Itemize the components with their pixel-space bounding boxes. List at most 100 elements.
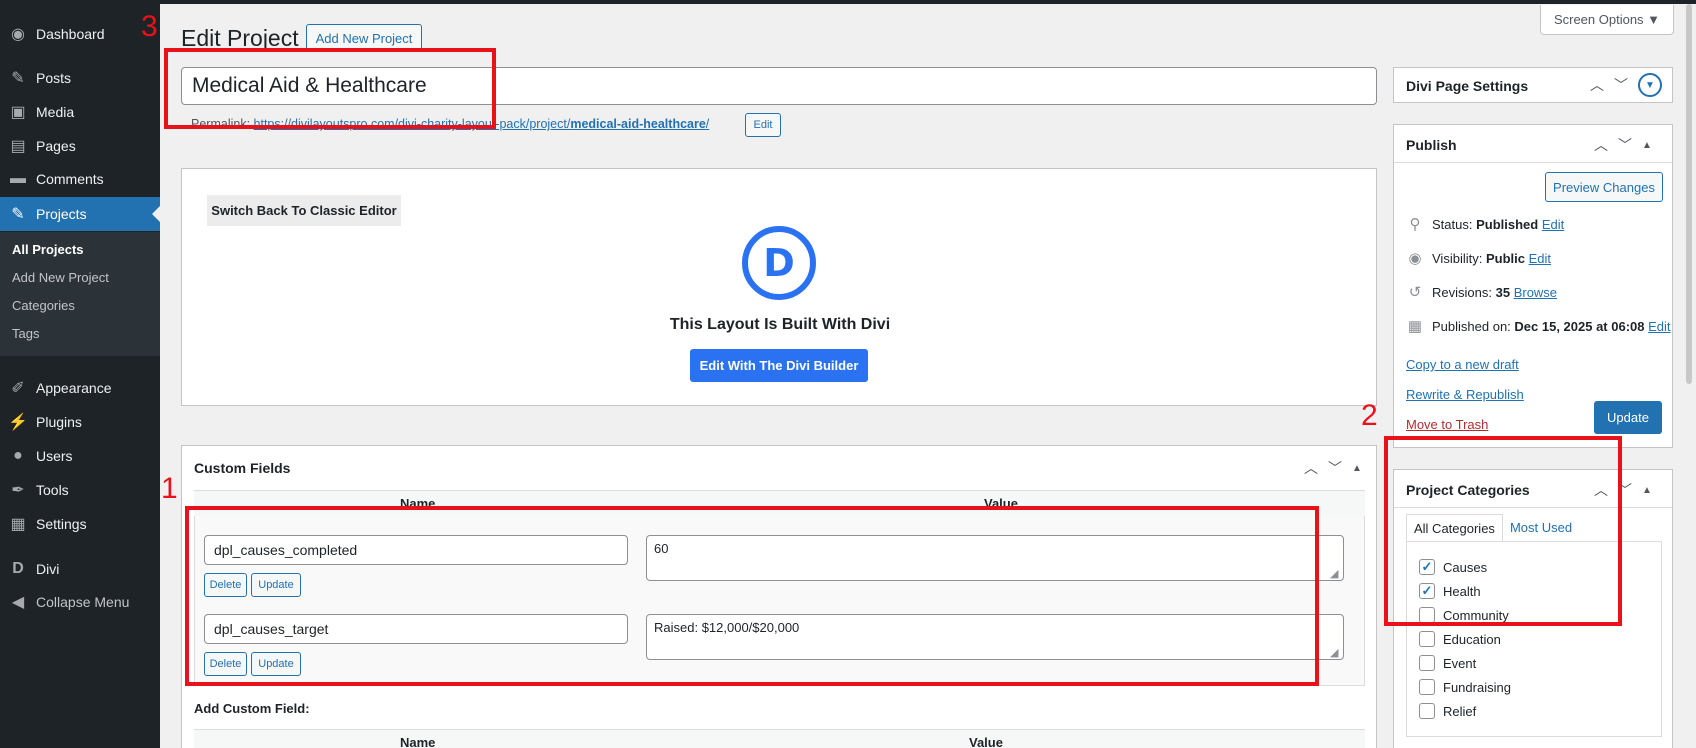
menu-label: Media [36, 104, 75, 120]
category-event[interactable]: Event [1419, 655, 1476, 671]
publish-box: Publish ︿ ﹀ ▲ Preview Changes ⚲ Status: … [1393, 124, 1673, 448]
menu-dashboard[interactable]: ◉ Dashboard [0, 17, 160, 51]
menu-tools[interactable]: ✒ Tools [0, 473, 160, 507]
category-education[interactable]: Education [1419, 631, 1501, 647]
toggle-panel-icon[interactable]: ▲ [1642, 485, 1652, 496]
toggle-circle-icon[interactable]: ▼ [1638, 73, 1662, 97]
projects-submenu: All Projects Add New Project Categories … [0, 232, 160, 356]
menu-label: Comments [36, 171, 104, 187]
pin-icon: ⚲ [1409, 216, 1421, 233]
date-edit-link[interactable]: Edit [1648, 319, 1670, 334]
menu-settings[interactable]: ▦ Settings [0, 507, 160, 541]
visibility-value: Public [1485, 250, 1525, 266]
category-label: Education [1443, 631, 1501, 647]
comments-icon: ▬ [10, 170, 26, 187]
status-value: Published [1476, 216, 1539, 232]
status-edit-link[interactable]: Edit [1542, 217, 1564, 232]
menu-label: Appearance [36, 380, 112, 396]
divi-settings-controls: ︿ ﹀ ▼ [1590, 73, 1662, 97]
pin-icon: ✎ [11, 206, 25, 223]
published-label: Published on: [1432, 318, 1511, 334]
permalink-slash: / [705, 117, 710, 131]
rewrite-republish-link[interactable]: Rewrite & Republish [1406, 387, 1524, 402]
pin-icon: ✎ [11, 70, 25, 87]
menu-media[interactable]: ▣ Media [0, 95, 160, 129]
resize-grip-icon[interactable]: ◢ [1330, 646, 1344, 660]
preview-changes-button[interactable]: Preview Changes [1545, 172, 1663, 202]
category-fundraising[interactable]: Fundraising [1419, 679, 1511, 695]
menu-label: Dashboard [36, 26, 105, 42]
annotation-number-2: 2 [1361, 399, 1378, 432]
add-field-header: Name Value [194, 729, 1365, 748]
brush-icon: ✐ [11, 380, 25, 397]
resize-grip-icon[interactable]: ◢ [1330, 567, 1344, 581]
add-custom-field-title: Add Custom Field: [194, 701, 310, 716]
plugin-icon: ⚡ [8, 414, 28, 431]
menu-posts[interactable]: ✎ Posts [0, 61, 160, 95]
divi-page-settings-title: Divi Page Settings [1406, 78, 1529, 94]
eye-icon: ◉ [1408, 250, 1422, 267]
pages-icon: ▤ [10, 138, 26, 155]
browse-revisions-link[interactable]: Browse [1514, 285, 1557, 300]
menu-projects[interactable]: ✎ Projects [0, 197, 160, 231]
menu-users[interactable]: ● Users [0, 439, 160, 473]
move-up-icon[interactable]: ︿ [1594, 135, 1608, 155]
menu-label: Settings [36, 516, 87, 532]
category-label: Event [1443, 655, 1477, 671]
menu-collapse[interactable]: ◀ Collapse Menu [0, 585, 160, 619]
annotation-box-1 [185, 506, 1319, 686]
move-down-icon[interactable]: ﹀ [1614, 75, 1628, 95]
move-down-icon[interactable]: ﹀ [1328, 458, 1342, 478]
checkbox[interactable] [1419, 631, 1435, 647]
move-up-icon[interactable]: ︿ [1304, 458, 1318, 478]
visibility-label: Visibility: [1432, 250, 1483, 266]
page-scrollbar[interactable] [1686, 4, 1692, 384]
menu-label: Users [36, 448, 73, 464]
value-column-header: Value [969, 735, 1003, 748]
move-up-icon[interactable]: ︿ [1590, 75, 1604, 95]
name-column-header: Name [400, 735, 436, 748]
revisions-count: 35 [1495, 284, 1511, 300]
status-row: ⚲ Status: Published Edit [1406, 215, 1565, 233]
annotation-number-3: 3 [141, 10, 158, 43]
submenu-tags[interactable]: Tags [12, 326, 39, 341]
menu-label: Projects [36, 206, 87, 222]
move-down-icon[interactable]: ﹀ [1618, 135, 1632, 155]
submenu-all-projects[interactable]: All Projects [12, 242, 84, 257]
revisions-row: ↺ Revisions: 35 Browse [1406, 283, 1557, 301]
menu-pages[interactable]: ▤ Pages [0, 129, 160, 163]
checkbox[interactable] [1419, 679, 1435, 695]
update-button[interactable]: Update [1594, 401, 1662, 434]
menu-label: Divi [36, 561, 60, 577]
move-to-trash-link[interactable]: Move to Trash [1406, 417, 1488, 432]
menu-plugins[interactable]: ⚡ Plugins [0, 405, 160, 439]
divi-page-settings-box: Divi Page Settings ︿ ﹀ ▼ [1393, 67, 1673, 103]
custom-fields-controls: ︿ ﹀ ▲ [1304, 458, 1362, 478]
submenu-categories[interactable]: Categories [12, 298, 75, 313]
menu-label: Pages [36, 138, 76, 154]
published-date-row: ▦ Published on: Dec 15, 2025 at 06:08 Ed… [1406, 317, 1671, 335]
media-icon: ▣ [10, 104, 26, 121]
published-value: Dec 15, 2025 at 06:08 [1514, 318, 1645, 334]
menu-comments[interactable]: ▬ Comments [0, 162, 160, 196]
permalink-edit-button[interactable]: Edit [745, 113, 781, 137]
toggle-panel-icon[interactable]: ▲ [1352, 463, 1362, 474]
permalink-slug[interactable]: medical-aid-healthcare [570, 117, 705, 131]
submenu-add-new-project[interactable]: Add New Project [12, 270, 109, 285]
toggle-panel-icon[interactable]: ▲ [1642, 140, 1652, 151]
menu-appearance[interactable]: ✐ Appearance [0, 371, 160, 405]
visibility-row: ◉ Visibility: Public Edit [1406, 249, 1551, 267]
switch-classic-editor-button[interactable]: Switch Back To Classic Editor [207, 195, 401, 226]
menu-label: Plugins [36, 414, 82, 430]
edit-divi-builder-button[interactable]: Edit With The Divi Builder [690, 349, 868, 382]
checkbox[interactable] [1419, 655, 1435, 671]
annotation-box-3 [164, 48, 496, 129]
divi-icon: D [12, 560, 24, 577]
checkbox[interactable] [1419, 703, 1435, 719]
category-relief[interactable]: Relief [1419, 703, 1476, 719]
menu-divi[interactable]: D Divi [0, 552, 160, 586]
visibility-edit-link[interactable]: Edit [1529, 251, 1551, 266]
built-with-divi-text: This Layout Is Built With Divi [669, 316, 891, 333]
copy-draft-link[interactable]: Copy to a new draft [1406, 357, 1519, 372]
screen-options-button[interactable]: Screen Options ▼ [1540, 5, 1674, 35]
